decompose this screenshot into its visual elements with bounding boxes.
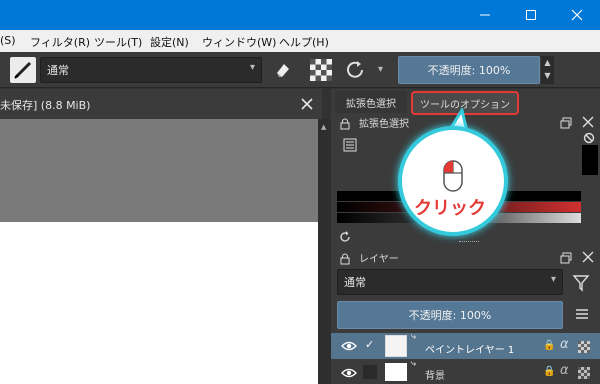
brush-icon [14, 61, 32, 79]
blend-mode-value: 通常 [47, 64, 69, 77]
close-window-button[interactable] [554, 0, 600, 30]
opacity-spin-buttons[interactable]: ▲ ▼ [541, 56, 554, 84]
inherit-alpha-icon[interactable] [578, 367, 590, 379]
minimize-button[interactable] [462, 0, 508, 30]
color-settings-icon[interactable] [343, 137, 357, 152]
layer-name: ペイントレイヤー 1 [425, 345, 515, 356]
alpha-lock-toggle[interactable] [310, 59, 332, 81]
layers-panel-title: レイヤー [359, 254, 399, 265]
click-callout: クリック [398, 126, 508, 236]
color-panel-title: 拡張色選択 [359, 119, 409, 130]
refresh-icon [347, 61, 363, 78]
checkerboard-icon [310, 59, 332, 81]
checkmark-icon[interactable]: ✓ [365, 338, 374, 351]
close-panel-icon[interactable] [582, 248, 594, 263]
lock-icon[interactable]: 🔒 [543, 366, 555, 377]
document-tab-title: 未保存] (8.8 MiB) [0, 99, 91, 112]
document-tab[interactable]: 未保存] (8.8 MiB) [0, 89, 322, 119]
paint-layer-icon: ⤷ [411, 332, 417, 342]
window-titlebar [0, 0, 600, 30]
paint-layer-icon: ⤷ [411, 359, 417, 369]
alpha-icon[interactable]: α [560, 363, 569, 378]
reload-options-chevron-icon[interactable]: ▾ [378, 64, 383, 75]
maximize-icon [526, 10, 536, 20]
float-panel-icon[interactable] [560, 249, 572, 264]
brush-preset-button[interactable] [10, 57, 36, 83]
layer-filter-button[interactable] [571, 272, 593, 294]
menu-item-window[interactable]: ウィンドウ(W) [202, 34, 276, 50]
tab-advanced-color-selector[interactable]: 拡張色選択 [335, 91, 407, 113]
scroll-up-icon[interactable]: ▲ [321, 123, 326, 131]
menu-bar: (S) フィルタ(R) ツール(T) 設定(N) ウィンドウ(W) ヘルプ(H) [0, 30, 600, 52]
canvas-vertical-scrollbar[interactable]: ▲ [318, 119, 331, 384]
tab-label: 拡張色選択 [346, 98, 396, 110]
lock-icon[interactable] [339, 250, 351, 265]
menu-item-settings[interactable]: 設定(N) [150, 34, 189, 50]
alpha-icon[interactable]: α [560, 337, 569, 352]
chevron-down-icon: ▾ [550, 274, 556, 285]
close-document-button[interactable] [300, 97, 314, 111]
eye-icon[interactable] [341, 367, 357, 379]
layer-select-checkbox[interactable] [363, 365, 377, 379]
layer-opacity-slider[interactable]: 不透明度: 100% [337, 301, 563, 329]
layer-row[interactable]: ⤷ 背景 🔒 α [331, 359, 600, 384]
maximize-button[interactable] [508, 0, 554, 30]
color-history-strip[interactable] [582, 145, 598, 175]
eye-icon[interactable] [341, 340, 357, 352]
minimize-icon [480, 14, 490, 16]
filter-icon [572, 275, 590, 292]
blend-mode-combo[interactable]: 通常 ▾ [40, 57, 262, 83]
opacity-value: 不透明度: 100% [427, 64, 511, 77]
layer-opacity-value: 不透明度: 100% [408, 309, 492, 322]
lock-icon[interactable] [339, 115, 351, 130]
menu-item-select[interactable]: (S) [0, 34, 16, 47]
layer-menu-button[interactable] [574, 306, 590, 322]
lock-icon[interactable]: 🔒 [543, 340, 555, 351]
tool-options-toolbar: 通常 ▾ ▾ 不透明度: 100% ▲ ▼ [0, 52, 600, 88]
chevron-down-icon: ▾ [249, 62, 255, 73]
layer-name: 背景 [425, 371, 445, 382]
close-icon [301, 98, 313, 110]
opacity-slider[interactable]: 不透明度: 100% [398, 56, 540, 84]
close-icon [571, 9, 583, 21]
refresh-icon[interactable] [339, 228, 351, 242]
menu-item-tools[interactable]: ツール(T) [94, 34, 142, 50]
no-entry-icon[interactable] [583, 129, 595, 144]
menu-item-filter[interactable]: フィルタ(R) [30, 34, 90, 50]
canvas-image[interactable] [0, 222, 318, 384]
eraser-icon [277, 64, 289, 77]
spin-down-icon[interactable]: ▼ [541, 69, 554, 82]
eraser-toggle[interactable] [273, 60, 293, 80]
mouse-icon [443, 160, 463, 192]
float-panel-icon[interactable] [560, 114, 572, 129]
layer-blend-mode-value: 通常 [344, 276, 366, 289]
inherit-alpha-icon[interactable] [578, 341, 590, 353]
layer-row[interactable]: ✓ ⤷ ペイントレイヤー 1 🔒 α [331, 332, 600, 359]
hamburger-menu-icon [576, 309, 588, 319]
layer-blend-mode-combo[interactable]: 通常 ▾ [337, 269, 563, 295]
layer-thumbnail [385, 335, 407, 357]
reload-preset-button[interactable] [344, 59, 368, 81]
layer-thumbnail [385, 363, 407, 381]
spin-up-icon[interactable]: ▲ [541, 56, 554, 69]
splitter-handle[interactable] [459, 241, 479, 244]
callout-label: クリック [414, 198, 486, 219]
canvas-background [0, 119, 318, 222]
close-panel-icon[interactable] [582, 113, 594, 128]
menu-item-help[interactable]: ヘルプ(H) [279, 34, 329, 50]
